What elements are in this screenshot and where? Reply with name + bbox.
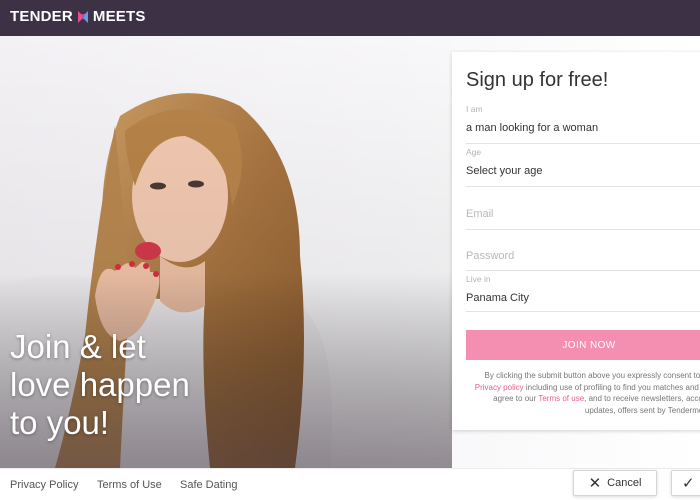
- signup-title: Sign up for free!: [466, 69, 609, 91]
- top-bar: TENDER MEETS: [0, 0, 700, 36]
- cancel-label: Cancel: [607, 477, 642, 489]
- age-label: Age: [466, 147, 482, 157]
- cancel-button[interactable]: ✕ Cancel: [573, 470, 657, 496]
- password-placeholder: Password: [466, 250, 515, 262]
- consent-suffix: , and to receive newsletters, account up…: [584, 394, 700, 415]
- i-am-value: a man looking for a woman: [466, 122, 599, 134]
- email-placeholder: Email: [466, 208, 494, 220]
- footer-privacy-link[interactable]: Privacy Policy: [10, 479, 78, 491]
- signup-form: Sign up for free! I am a man looking for…: [452, 52, 700, 430]
- accept-button[interactable]: ✓: [671, 470, 700, 496]
- password-field[interactable]: Password: [466, 233, 700, 271]
- terms-of-use-link[interactable]: Terms of use: [538, 394, 584, 403]
- consent-text: By clicking the submit button above you …: [466, 370, 700, 416]
- i-am-select[interactable]: I am a man looking for a woman: [466, 104, 700, 144]
- close-icon: ✕: [588, 474, 602, 492]
- location-label: Live in: [466, 274, 491, 284]
- location-value: Panama City: [466, 292, 529, 304]
- privacy-policy-link[interactable]: Privacy policy: [475, 383, 524, 392]
- checkmark-icon: ✓: [682, 475, 695, 492]
- hero-tagline-line3: to you!: [10, 404, 110, 441]
- site-logo[interactable]: TENDER MEETS: [10, 8, 146, 25]
- hero-tagline: Join & let love happen to you!: [10, 328, 270, 442]
- consent-prefix: By clicking the submit button above you …: [484, 371, 700, 380]
- logo-text-right: MEETS: [92, 8, 146, 25]
- logo-heart-icon: [77, 10, 88, 23]
- footer-safe-dating-link[interactable]: Safe Dating: [180, 479, 237, 491]
- age-select[interactable]: Age Select your age: [466, 147, 700, 187]
- hero-tagline-line2: love happen: [10, 366, 190, 403]
- email-field[interactable]: Email: [466, 190, 700, 230]
- logo-text-left: TENDER: [10, 8, 73, 25]
- join-now-button[interactable]: JOIN NOW: [466, 330, 700, 360]
- footer-terms-link[interactable]: Terms of Use: [97, 479, 162, 491]
- hero-tagline-line1: Join & let: [10, 328, 146, 365]
- age-value: Select your age: [466, 165, 543, 177]
- i-am-label: I am: [466, 104, 483, 114]
- location-field[interactable]: Live in Panama City: [466, 274, 700, 312]
